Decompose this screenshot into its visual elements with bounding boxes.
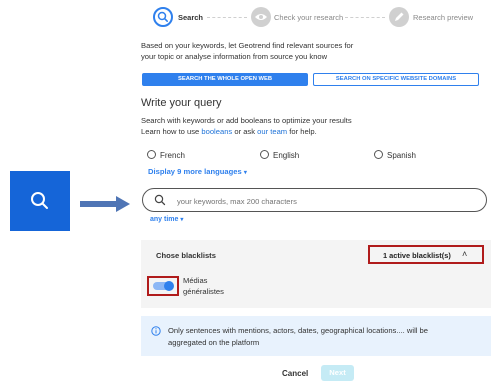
eye-icon [255,14,267,20]
radio-french-label[interactable]: French [160,151,185,160]
step-check-label[interactable]: Check your research [274,13,343,22]
our-team-link[interactable]: our team [257,127,287,136]
intro-line: your topic or analyse information from s… [141,52,328,61]
time-filter-label: any time [150,216,179,223]
blacklist-panel: Chose blacklists 1 active blacklist(s) ˄… [141,240,491,308]
intro-line: Based on your keywords, let Geotrend fin… [141,41,354,50]
more-languages-label: Display 9 more languages [148,167,242,176]
step-divider [207,17,247,18]
blacklist-item-line: généralistes [183,287,224,296]
query-heading: Write your query [141,97,222,109]
query-help-prefix: Learn how to use [141,127,200,136]
blacklist-item-line: Médias [183,276,208,285]
radio-french[interactable] [147,150,156,159]
cancel-button[interactable]: Cancel [282,369,308,378]
blacklist-toggle[interactable] [153,281,174,291]
active-blacklist-dropdown[interactable]: 1 active blacklist(s) ˄ [368,245,484,264]
intro-text: Based on your keywords, let Geotrend fin… [141,40,461,62]
blacklist-title: Chose blacklists [156,251,216,260]
chevron-up-icon: ˄ [462,249,468,259]
radio-spanish-label[interactable]: Spanish [387,151,416,160]
step-divider [345,17,385,18]
time-filter-dropdown[interactable]: any time ▾ [150,216,183,223]
chevron-down-icon: ▾ [180,217,184,223]
info-line: Only sentences with mentions, actors, da… [168,326,429,335]
next-button[interactable]: Next [321,365,354,381]
query-help-suffix: for help. [289,127,317,136]
query-help-line: Learn how to use booleans or ask our tea… [141,126,471,137]
more-languages-link[interactable]: Display 9 more languages ▾ [148,167,247,176]
radio-spanish[interactable] [374,150,383,159]
arrow-icon [80,196,130,212]
info-text: Only sentences with mentions, actors, da… [168,325,488,349]
blacklist-item-label: Médias généralistes [183,275,224,297]
search-icon [157,11,168,22]
radio-english[interactable] [260,150,269,159]
chevron-down-icon: ▾ [243,170,247,176]
query-help-line: Search with keywords or add booleans to … [141,116,352,125]
search-specific-domains-button[interactable]: SEARCH ON SPECIFIC WEBSITE DOMAINS [313,73,479,86]
search-tile [10,171,70,231]
toggle-knob [164,281,174,291]
search-icon [154,194,166,206]
info-banner: Only sentences with mentions, actors, da… [141,316,491,356]
step-preview-label[interactable]: Research preview [413,13,473,22]
booleans-link[interactable]: booleans [201,127,232,136]
step-check-circle[interactable] [251,7,271,27]
keyword-search-input[interactable] [175,193,479,209]
search-whole-web-button[interactable]: SEARCH THE WHOLE OPEN WEB [142,73,308,86]
search-icon [31,192,48,209]
step-search-circle[interactable] [153,7,173,27]
info-icon [151,326,161,336]
pencil-icon [395,12,404,21]
step-preview-circle[interactable] [389,7,409,27]
query-help: Search with keywords or add booleans to … [141,115,471,137]
query-help-mid: or ask [234,127,256,136]
keyword-search-box[interactable] [142,188,487,212]
toggle-highlight [147,276,179,296]
radio-english-label[interactable]: English [273,151,299,160]
info-line: aggregated on the platform [168,338,260,347]
active-blacklist-label: 1 active blacklist(s) [383,251,451,260]
step-search-label[interactable]: Search [178,13,203,22]
